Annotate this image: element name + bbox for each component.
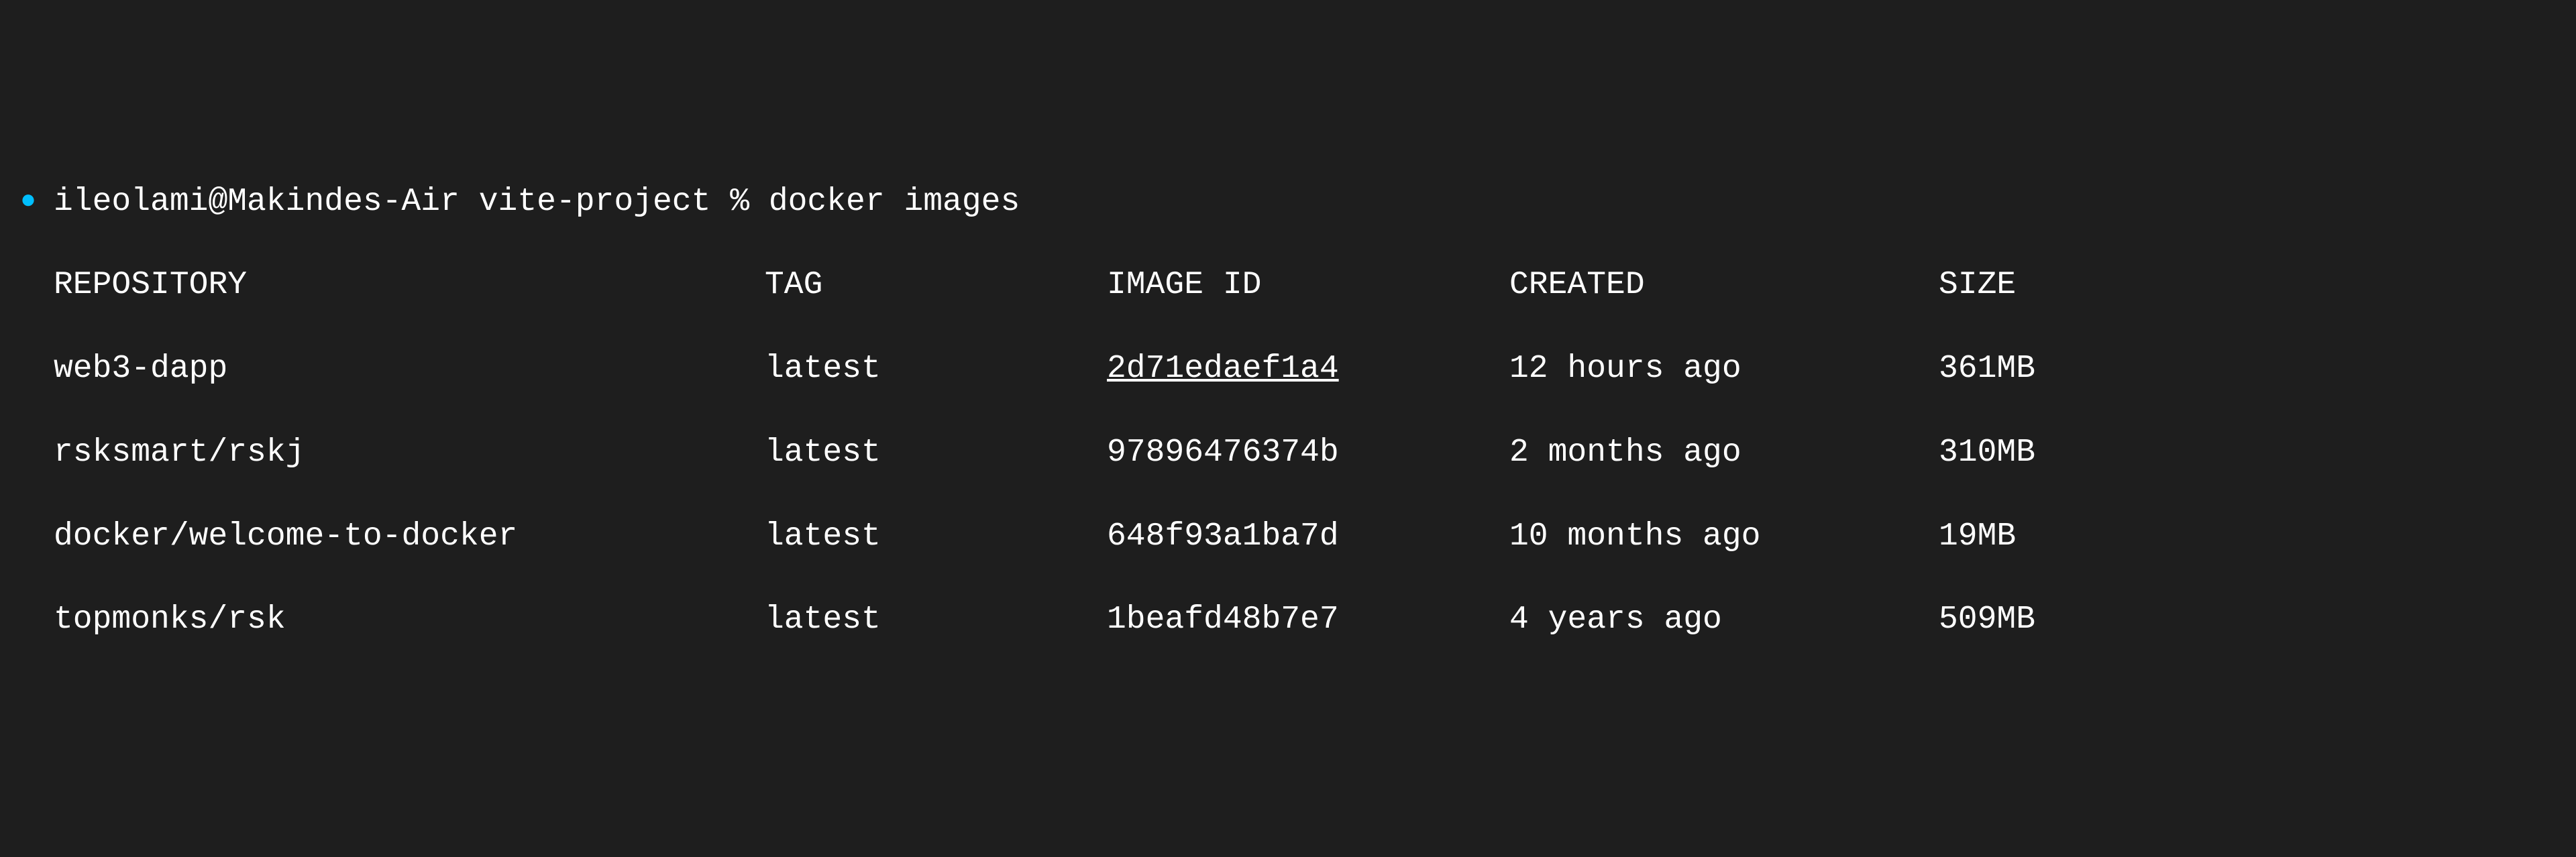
table-row: topmonks/rsklatest1beafd48b7e74 years ag… [20,599,2556,640]
cell-created: 12 hours ago [1509,348,1939,390]
header-image-id: IMAGE ID [1107,264,1509,306]
table-row: web3-dapplatest2d71edaef1a412 hours ago3… [20,348,2556,390]
prompt-bullet: ● [20,184,40,219]
prompt-at: @ [208,181,227,223]
cell-image-id: 1beafd48b7e7 [1107,599,1509,640]
cell-size: 19MB [1939,516,2016,557]
table-header-row: REPOSITORYTAGIMAGE IDCREATEDSIZE [20,264,2556,306]
header-size: SIZE [1939,264,2016,306]
cell-repository: docker/welcome-to-docker [54,516,765,557]
table-row: rsksmart/rskjlatest97896476374b2 months … [20,432,2556,473]
header-created: CREATED [1509,264,1939,306]
prompt-line: ● ileolami@Makindes-Air vite-project % do… [20,181,2556,223]
cell-image-id: 2d71edaef1a4 [1107,348,1509,390]
cell-image-id: 97896476374b [1107,432,1509,473]
prompt-symbol: % [730,181,749,223]
cell-repository: topmonks/rsk [54,599,765,640]
cell-tag: latest [765,348,1107,390]
table-row: docker/welcome-to-dockerlatest648f93a1ba… [20,516,2556,557]
cell-created: 2 months ago [1509,432,1939,473]
command-text: docker images [769,181,1020,223]
prompt-space [460,181,479,223]
terminal-output[interactable]: ● ileolami@Makindes-Air vite-project % do… [20,139,2556,683]
cell-image-id: 648f93a1ba7d [1107,516,1509,557]
cell-repository: web3-dapp [54,348,765,390]
cell-repository: rsksmart/rskj [54,432,765,473]
cell-tag: latest [765,432,1107,473]
prompt-host: Makindes-Air [227,181,460,223]
cell-tag: latest [765,599,1107,640]
header-tag: TAG [765,264,1107,306]
cell-size: 361MB [1939,348,2035,390]
cell-size: 509MB [1939,599,2035,640]
header-repository: REPOSITORY [54,264,765,306]
cell-size: 310MB [1939,432,2035,473]
prompt-space2 [710,181,730,223]
prompt-directory: vite-project [479,181,711,223]
prompt-space3 [749,181,769,223]
cell-created: 4 years ago [1509,599,1939,640]
cell-tag: latest [765,516,1107,557]
cell-created: 10 months ago [1509,516,1939,557]
prompt-user: ileolami [54,181,208,223]
